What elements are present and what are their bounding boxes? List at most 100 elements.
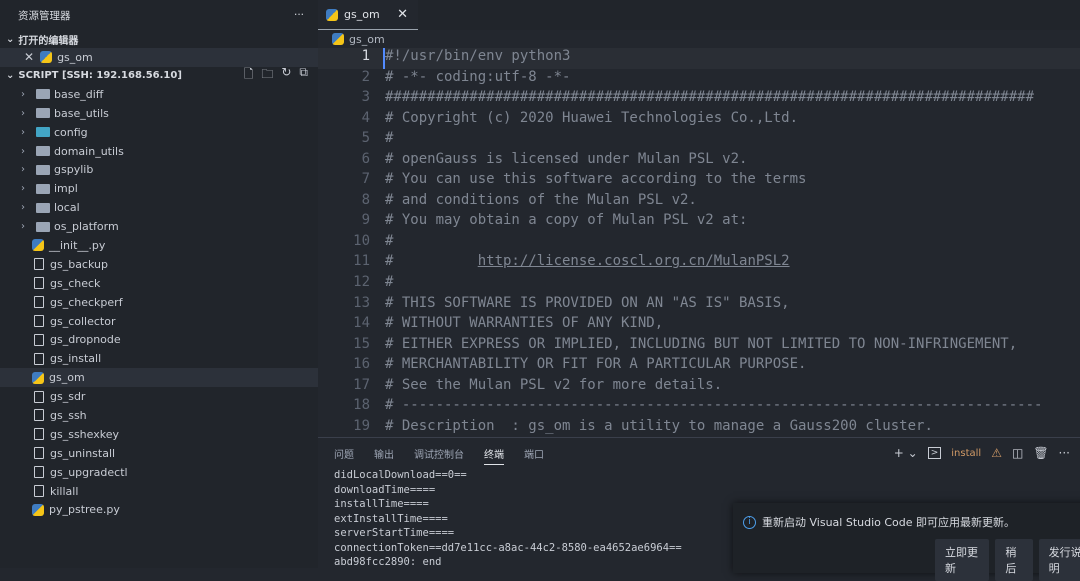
folder-item[interactable]: › base_utils bbox=[0, 104, 318, 123]
chevron-right-icon: › bbox=[21, 145, 25, 157]
folder-icon bbox=[36, 89, 50, 100]
panel-tab[interactable]: 终端 bbox=[484, 446, 504, 465]
file-item[interactable]: gs_backup bbox=[0, 255, 318, 274]
release-notes-button[interactable]: 发行说明 bbox=[1038, 539, 1080, 581]
chevron-down-icon: ⌄ bbox=[6, 33, 15, 45]
more-actions-button[interactable]: ··· bbox=[294, 9, 304, 21]
panel-tab[interactable]: 调试控制台 bbox=[414, 446, 464, 461]
file-tree: › base_diff › base_utils › config › domain_util… bbox=[0, 85, 318, 519]
folder-item[interactable]: › impl bbox=[0, 179, 318, 198]
file-icon bbox=[34, 428, 44, 441]
folder-label: config bbox=[54, 125, 88, 139]
trash-icon[interactable]: 🗑 bbox=[1033, 446, 1048, 460]
warning-icon: ⚠ bbox=[991, 446, 1002, 460]
split-terminal-icon[interactable]: ◫ bbox=[1012, 446, 1023, 460]
folder-item[interactable]: › gspylib bbox=[0, 160, 318, 179]
file-item[interactable]: gs_collector bbox=[0, 312, 318, 331]
code-line: 19 # Description : gs_om is a utility to … bbox=[318, 418, 1080, 439]
code-text: # http://license.coscl.org.cn/MulanPSL2 bbox=[385, 253, 790, 270]
panel-tab[interactable]: 端口 bbox=[524, 446, 544, 461]
open-editors-section[interactable]: ⌄ 打开的编辑器 bbox=[0, 30, 318, 48]
line-number: 1 bbox=[361, 48, 370, 64]
line-number: 3 bbox=[361, 89, 370, 106]
code-text: ########################################… bbox=[385, 89, 1035, 106]
code-text: # bbox=[385, 130, 394, 147]
file-item[interactable]: __init__.py bbox=[0, 236, 318, 255]
editor-tabs: gs_om ✕ bbox=[318, 0, 1080, 30]
folder-label: gspylib bbox=[54, 163, 94, 177]
file-label: gs_upgradectl bbox=[50, 465, 128, 479]
more-icon[interactable]: ··· bbox=[1059, 446, 1070, 460]
file-item[interactable]: gs_sshexkey bbox=[0, 425, 318, 444]
file-item[interactable]: gs_om bbox=[0, 368, 318, 388]
later-button[interactable]: 稍后 bbox=[995, 539, 1033, 581]
refresh-icon[interactable]: ↻ bbox=[281, 65, 291, 86]
license-link[interactable]: http://license.coscl.org.cn/MulanPSL2 bbox=[478, 253, 790, 269]
code-text: # --------------------------------------… bbox=[385, 397, 1043, 414]
open-editor-item[interactable]: ✕ gs_om bbox=[0, 48, 318, 67]
file-icon bbox=[34, 277, 44, 290]
code-line: 3 #######################################… bbox=[318, 89, 1080, 110]
file-label: gs_check bbox=[50, 276, 101, 290]
folder-item[interactable]: › base_diff bbox=[0, 85, 318, 104]
chevron-right-icon: › bbox=[21, 126, 25, 138]
update-now-button[interactable]: 立即更新 bbox=[935, 539, 990, 581]
file-item[interactable]: gs_ssh bbox=[0, 406, 318, 425]
folder-label: os_platform bbox=[54, 220, 119, 234]
new-folder-icon[interactable]: 🗀 bbox=[261, 65, 273, 86]
code-line: 18 # ------------------------------------… bbox=[318, 397, 1080, 418]
workspace-section[interactable]: ⌄ SCRIPT [SSH: 192.168.56.10] 🗋 🗀 ↻ ⧉ bbox=[0, 65, 318, 86]
file-label: __init__.py bbox=[49, 238, 106, 252]
file-item[interactable]: gs_checkperf bbox=[0, 293, 318, 312]
file-icon bbox=[34, 333, 44, 346]
code-text: # WITHOUT WARRANTIES OF ANY KIND, bbox=[385, 315, 664, 332]
file-icon bbox=[34, 296, 44, 309]
file-item[interactable]: gs_check bbox=[0, 274, 318, 293]
file-icon bbox=[34, 352, 44, 365]
config-folder-icon bbox=[36, 127, 50, 138]
panel-tab[interactable]: 输出 bbox=[374, 446, 394, 461]
python-icon bbox=[32, 503, 44, 516]
file-item[interactable]: gs_dropnode bbox=[0, 330, 318, 349]
code-editor[interactable]: 1 #!/usr/bin/env python3 2 # -*- coding:utf… bbox=[318, 48, 1080, 438]
new-terminal-icon[interactable]: + ⌄ bbox=[894, 446, 918, 460]
chevron-right-icon: › bbox=[21, 107, 25, 119]
line-number: 17 bbox=[353, 376, 370, 393]
line-number: 6 bbox=[361, 150, 370, 167]
chevron-right-icon: › bbox=[21, 88, 25, 100]
panel-actions: + ⌄ > install ⚠ ◫ 🗑 ··· bbox=[894, 446, 1080, 460]
open-editor-label: gs_om bbox=[57, 50, 93, 64]
file-label: gs_dropnode bbox=[50, 333, 121, 347]
file-item[interactable]: gs_install bbox=[0, 349, 318, 368]
file-item[interactable]: gs_sdr bbox=[0, 387, 318, 406]
line-number: 16 bbox=[353, 356, 370, 373]
breadcrumb[interactable]: gs_om bbox=[318, 30, 1080, 48]
code-text: #!/usr/bin/env python3 bbox=[383, 48, 570, 69]
file-item[interactable]: py_pstree.py bbox=[0, 500, 318, 519]
file-item[interactable]: gs_uninstall bbox=[0, 444, 318, 463]
terminal-name[interactable]: install bbox=[951, 448, 981, 459]
file-item[interactable]: killall bbox=[0, 482, 318, 501]
file-item[interactable]: gs_upgradectl bbox=[0, 463, 318, 482]
chevron-right-icon: › bbox=[21, 164, 25, 176]
folder-item[interactable]: › local bbox=[0, 198, 318, 217]
folder-item[interactable]: › config bbox=[0, 123, 318, 142]
file-icon bbox=[34, 485, 44, 498]
new-file-icon[interactable]: 🗋 bbox=[244, 65, 254, 86]
code-line: 10 # bbox=[318, 233, 1080, 254]
folder-item[interactable]: › os_platform bbox=[0, 217, 318, 236]
tab-gs-om[interactable]: gs_om ✕ bbox=[318, 0, 418, 30]
code-line: 6 # openGauss is licensed under Mulan PSL… bbox=[318, 151, 1080, 172]
close-tab-icon[interactable]: ✕ bbox=[397, 7, 408, 22]
folder-label: base_diff bbox=[54, 87, 104, 101]
editor-area: gs_om ✕ gs_om 1 #!/usr/bin/env python3 2 # -… bbox=[318, 0, 1080, 437]
file-label: killall bbox=[50, 484, 79, 498]
code-text: # openGauss is licensed under Mulan PSL … bbox=[385, 150, 748, 167]
file-label: gs_backup bbox=[50, 257, 108, 271]
explorer-sidebar: 资源管理器 ··· ⌄ 打开的编辑器 ✕ gs_om ⌄ SCRIPT [SSH: 19… bbox=[0, 0, 318, 568]
code-line: 15 # EITHER EXPRESS OR IMPLIED, INCLUDING… bbox=[318, 336, 1080, 357]
collapse-all-icon[interactable]: ⧉ bbox=[299, 65, 308, 86]
panel-tab[interactable]: 问题 bbox=[334, 446, 354, 461]
folder-item[interactable]: › domain_utils bbox=[0, 142, 318, 161]
close-icon[interactable]: ✕ bbox=[24, 50, 34, 64]
